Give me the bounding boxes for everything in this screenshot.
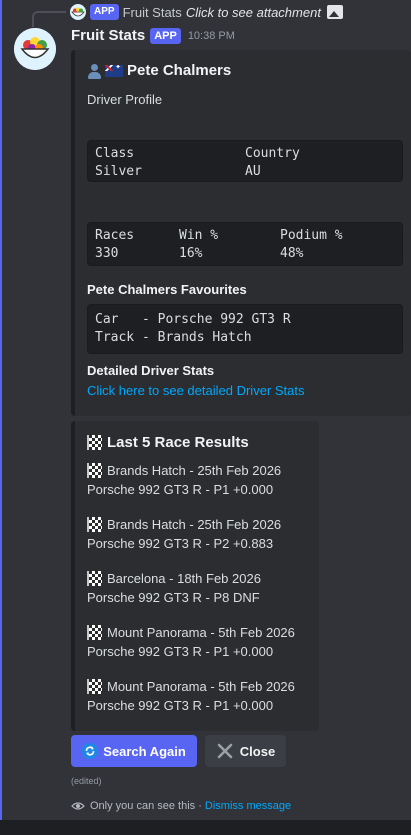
reply-app-badge: APP [90, 4, 119, 20]
timestamp[interactable]: 10:38 PM [188, 30, 235, 42]
message-header: Fruit Stats APP 10:38 PM [71, 27, 235, 44]
app-badge: APP [150, 27, 181, 44]
race-car-position: Porsche 992 GT3 R - P1 +0.000 [87, 698, 274, 713]
favourite-track: Track - Brands Hatch [95, 330, 252, 345]
reply-preview[interactable]: APP Fruit Stats Click to see attachment [40, 2, 343, 22]
bottom-strip [0, 820, 411, 835]
country-value: AU [245, 164, 261, 179]
close-label: Close [239, 743, 276, 759]
race-result-item: Mount Panorama - 5th Feb 2026 Porsche 99… [87, 623, 295, 661]
race-result-item: Barcelona - 18th Feb 2026 Porsche 992 GT… [87, 569, 261, 607]
race-result-item: Brands Hatch - 25th Feb 2026 Porsche 992… [87, 461, 281, 499]
race-venue-date: Barcelona - 18th Feb 2026 [107, 571, 261, 586]
checkered-flag-icon [87, 435, 102, 450]
checkered-flag-icon [87, 517, 102, 532]
detailed-stats-title: Detailed Driver Stats [87, 363, 215, 378]
dismiss-message-link[interactable]: Dismiss message [205, 800, 291, 812]
race-venue-date: Brands Hatch - 25th Feb 2026 [107, 517, 282, 532]
checkered-flag-icon [87, 571, 102, 586]
race-stats-block: Races Win % Podium % 330 16% 48% [87, 222, 403, 266]
race-car-position: Porsche 992 GT3 R - P1 +0.000 [87, 644, 274, 659]
podium-value: 48% [280, 246, 304, 261]
driver-profile-embed: Pete Chalmers Driver Profile Class Count… [71, 50, 411, 416]
x-icon [217, 743, 233, 759]
favourites-title: Pete Chalmers Favourites [87, 282, 247, 297]
reply-author[interactable]: Fruit Stats [123, 5, 182, 20]
reply-avatar-icon [70, 4, 86, 20]
ephemeral-notice: Only you can see this · Dismiss message [71, 799, 291, 813]
fruit-bowl-icon [14, 28, 56, 70]
reply-text[interactable]: Click to see attachment [186, 5, 321, 20]
search-again-button[interactable]: Search Again [71, 735, 197, 767]
refresh-icon [82, 743, 99, 759]
checkered-flag-icon [87, 463, 102, 478]
image-icon [326, 5, 343, 19]
bot-avatar[interactable] [14, 28, 56, 70]
results-title-text: Last 5 Race Results [107, 434, 249, 451]
race-car-position: Porsche 992 GT3 R - P1 +0.000 [87, 482, 274, 497]
country-header: Country [245, 146, 300, 161]
favourite-car: Car - Porsche 992 GT3 R [95, 312, 291, 327]
close-button[interactable]: Close [205, 735, 286, 767]
race-car-position: Porsche 992 GT3 R - P8 DNF [87, 590, 260, 605]
search-again-label: Search Again [103, 743, 186, 759]
message-highlight-bar [0, 0, 2, 820]
race-result-item: Brands Hatch - 25th Feb 2026 Porsche 992… [87, 515, 281, 553]
edited-label: (edited) [71, 776, 102, 786]
race-venue-date: Mount Panorama - 5th Feb 2026 [107, 679, 295, 694]
driver-name: Pete Chalmers [127, 62, 232, 79]
checkered-flag-icon [87, 625, 102, 640]
class-header: Class [95, 146, 135, 161]
win-header: Win % [179, 228, 219, 243]
detailed-stats-link[interactable]: Click here to see detailed Driver Stats [87, 383, 304, 398]
race-venue-date: Brands Hatch - 25th Feb 2026 [107, 463, 282, 478]
races-value: 330 [95, 246, 119, 261]
podium-header: Podium % [280, 228, 343, 243]
person-icon [87, 63, 103, 79]
race-result-item: Mount Panorama - 5th Feb 2026 Porsche 99… [87, 677, 295, 715]
results-title: Last 5 Race Results [87, 434, 249, 451]
checkered-flag-icon [87, 679, 102, 694]
author-name[interactable]: Fruit Stats [71, 27, 145, 44]
win-value: 16% [179, 246, 203, 261]
race-results-embed: Last 5 Race Results Brands Hatch - 25th … [71, 421, 319, 731]
eye-icon [71, 802, 85, 810]
class-value: Silver [95, 164, 142, 179]
only-you-text: Only you can see this · [90, 800, 202, 812]
profile-subtitle: Driver Profile [87, 92, 163, 107]
australia-flag-icon [105, 64, 123, 77]
race-venue-date: Mount Panorama - 5th Feb 2026 [107, 625, 295, 640]
class-country-block: Class Country Silver AU [87, 140, 403, 182]
favourites-block: Car - Porsche 992 GT3 R Track - Brands H… [87, 304, 403, 354]
races-header: Races [95, 228, 135, 243]
profile-title: Pete Chalmers [87, 62, 231, 79]
race-car-position: Porsche 992 GT3 R - P2 +0.883 [87, 536, 274, 551]
